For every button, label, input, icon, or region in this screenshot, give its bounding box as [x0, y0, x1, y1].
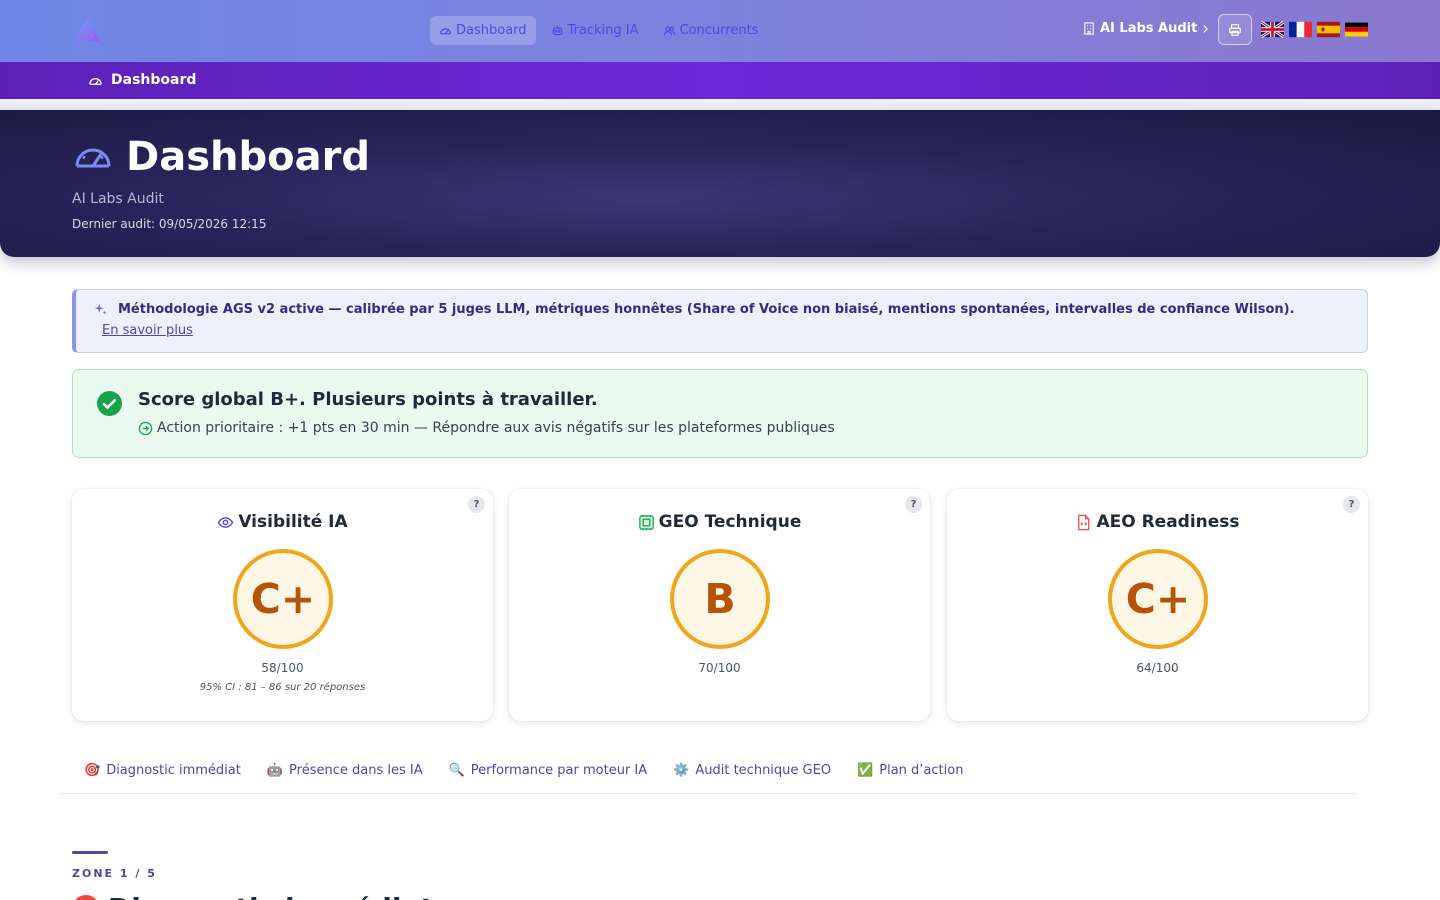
flag-fr-icon[interactable] — [1289, 21, 1312, 38]
priority-action[interactable]: Action prioritaire : +1 pts en 30 min — … — [138, 420, 835, 436]
zone-label: ZONE 1 / 5 — [72, 867, 157, 880]
printer-icon — [1229, 23, 1241, 36]
card-title: AEO Readiness — [947, 512, 1368, 532]
gauge-icon — [440, 28, 451, 35]
help-button[interactable]: ? — [1343, 496, 1360, 513]
card-score: 64/100 — [1136, 661, 1179, 675]
breadcrumb: Dashboard — [0, 62, 1440, 99]
breadcrumb-dashboard[interactable]: Dashboard — [88, 72, 196, 88]
learn-more-link[interactable]: En savoir plus — [102, 323, 193, 338]
grade-badge: B — [670, 549, 770, 649]
org-name: AI Labs Audit — [1100, 21, 1198, 36]
app-logo[interactable] — [72, 16, 102, 46]
tab-presence-ia[interactable]: 🤖 Présence dans les IA — [255, 758, 437, 782]
methodology-banner: Méthodologie AGS v2 active — calibrée pa… — [72, 289, 1368, 353]
section-tabs: 🎯 Diagnostic immédiat 🤖 Présence dans le… — [72, 758, 977, 782]
grade-badge: C+ — [233, 549, 333, 649]
score-banner: Score global B+. Plusieurs points à trav… — [72, 369, 1368, 458]
zone-title: Diagnostic immédiat — [72, 892, 434, 900]
page-title: Dashboard — [72, 134, 370, 180]
building-icon — [1084, 22, 1094, 35]
card-title: GEO Technique — [509, 512, 930, 532]
zone-accent-bar — [72, 851, 108, 854]
flag-uk-icon[interactable] — [1261, 21, 1284, 38]
main-nav: Dashboard Tracking IA Concurrents — [430, 16, 767, 45]
card-geo-technique: ? GEO Technique B 70/100 — [509, 489, 930, 721]
users-icon — [663, 26, 675, 36]
target-icon — [72, 894, 100, 900]
nav-dashboard[interactable]: Dashboard — [430, 16, 536, 45]
card-title: Visibilité IA — [72, 512, 493, 532]
nav-concurrents-label: Concurrents — [679, 23, 759, 38]
card-aeo-readiness: ? AEO Readiness C+ 64/100 — [947, 489, 1368, 721]
flag-de-icon[interactable] — [1345, 21, 1368, 38]
target-icon: 🎯 — [84, 762, 101, 778]
chevron-right-icon — [1203, 24, 1209, 33]
hero-header: Dashboard AI Labs Audit Dernier audit: 0… — [0, 110, 1440, 257]
hero-subtitle: AI Labs Audit — [72, 191, 164, 207]
print-button[interactable] — [1218, 14, 1252, 45]
card-score: 70/100 — [698, 661, 741, 675]
org-switcher[interactable]: AI Labs Audit — [1083, 21, 1209, 36]
check-box-icon: ✅ — [857, 762, 874, 778]
language-switcher — [1261, 21, 1368, 38]
flag-es-icon[interactable] — [1317, 21, 1340, 38]
magnifier-icon: 🔍 — [448, 762, 465, 778]
sparkles-icon — [94, 303, 107, 315]
arrow-circle-right-icon — [138, 421, 153, 435]
chip-icon — [638, 514, 654, 530]
robot-icon — [552, 25, 562, 36]
top-navbar: Dashboard Tracking IA Concurrents AI Lab… — [0, 0, 1440, 62]
help-button[interactable]: ? — [468, 496, 485, 513]
tab-diagnostic-immediat[interactable]: 🎯 Diagnostic immédiat — [72, 758, 255, 782]
check-circle-icon — [97, 391, 122, 416]
gear-icon: ⚙️ — [673, 762, 690, 778]
card-visibilite-ia: ? Visibilité IA C+ 58/100 95% CI : 81 – … — [72, 489, 493, 721]
confidence-interval: 95% CI : 81 – 86 sur 20 réponses — [199, 682, 366, 693]
nav-tracking-ia-label: Tracking IA — [567, 23, 639, 38]
tab-audit-technique[interactable]: ⚙️ Audit technique GEO — [661, 758, 845, 782]
score-title: Score global B+. Plusieurs points à trav… — [138, 389, 598, 410]
methodology-text: Méthodologie AGS v2 active — calibrée pa… — [118, 302, 1295, 317]
eye-icon — [217, 516, 234, 528]
gauge-icon — [89, 77, 102, 85]
robot-icon: 🤖 — [266, 762, 284, 778]
last-audit-date: Dernier audit: 09/05/2026 12:15 — [72, 217, 267, 231]
code-file-icon — [1078, 514, 1090, 530]
priority-action-text: Action prioritaire : +1 pts en 30 min — … — [157, 420, 835, 436]
nav-dashboard-label: Dashboard — [456, 23, 527, 38]
nav-concurrents[interactable]: Concurrents — [654, 16, 768, 45]
tab-plan-action[interactable]: ✅ Plan d’action — [845, 758, 977, 782]
divider — [0, 99, 1440, 110]
tab-performance-moteur[interactable]: 🔍 Performance par moteur IA — [437, 758, 662, 782]
grade-badge: C+ — [1108, 549, 1208, 649]
divider — [60, 793, 1356, 794]
help-button[interactable]: ? — [905, 496, 922, 513]
nav-tracking-ia[interactable]: Tracking IA — [542, 16, 648, 45]
card-score: 58/100 — [261, 661, 304, 675]
breadcrumb-label: Dashboard — [111, 72, 197, 88]
speedometer-icon — [75, 148, 111, 168]
